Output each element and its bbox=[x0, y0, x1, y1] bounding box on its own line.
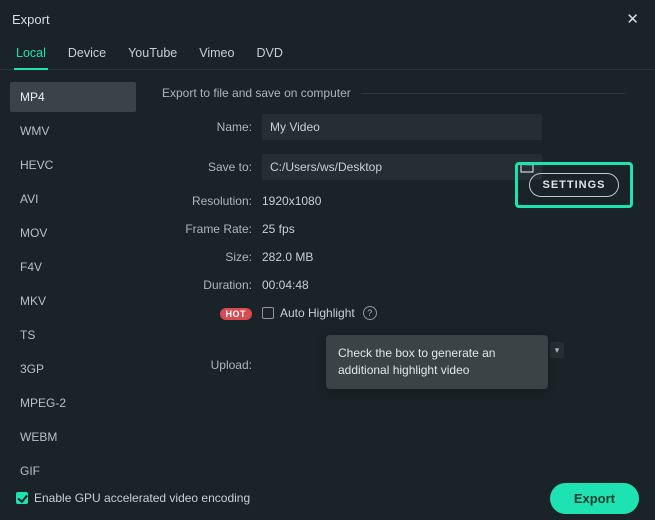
export-button[interactable]: Export bbox=[550, 483, 639, 514]
divider bbox=[361, 93, 625, 94]
format-mov[interactable]: MOV bbox=[10, 218, 136, 248]
help-icon[interactable]: ? bbox=[363, 306, 377, 320]
saveto-input[interactable]: C:/Users/ws/Desktop bbox=[262, 154, 542, 180]
format-hevc[interactable]: HEVC bbox=[10, 150, 136, 180]
size-label: Size: bbox=[162, 250, 262, 264]
chevron-down-icon[interactable]: ▾ bbox=[550, 342, 564, 358]
tab-youtube[interactable]: YouTube bbox=[126, 40, 179, 69]
saveto-label: Save to: bbox=[162, 160, 262, 174]
tab-device[interactable]: Device bbox=[66, 40, 108, 69]
close-icon[interactable]: ✕ bbox=[624, 8, 641, 30]
section-title: Export to file and save on computer bbox=[162, 86, 351, 100]
resolution-label: Resolution: bbox=[162, 194, 262, 208]
settings-highlight: SETTINGS bbox=[515, 162, 633, 208]
hot-badge: HOT bbox=[220, 308, 253, 320]
format-f4v[interactable]: F4V bbox=[10, 252, 136, 282]
settings-button[interactable]: SETTINGS bbox=[529, 173, 618, 197]
format-ts[interactable]: TS bbox=[10, 320, 136, 350]
tooltip: Check the box to generate an additional … bbox=[326, 335, 548, 389]
format-mkv[interactable]: MKV bbox=[10, 286, 136, 316]
saveto-value: C:/Users/ws/Desktop bbox=[270, 160, 382, 174]
size-value: 282.0 MB bbox=[262, 250, 313, 264]
export-tabs: Local Device YouTube Vimeo DVD bbox=[0, 34, 655, 70]
auto-highlight-checkbox[interactable] bbox=[262, 307, 274, 319]
format-wmv[interactable]: WMV bbox=[10, 116, 136, 146]
tab-dvd[interactable]: DVD bbox=[254, 40, 284, 69]
auto-highlight-label: Auto Highlight bbox=[280, 306, 355, 320]
format-webm[interactable]: WEBM bbox=[10, 422, 136, 452]
format-list: MP4 WMV HEVC AVI MOV F4V MKV TS 3GP MPEG… bbox=[0, 70, 142, 476]
format-3gp[interactable]: 3GP bbox=[10, 354, 136, 384]
resolution-value: 1920x1080 bbox=[262, 194, 321, 208]
name-input[interactable]: My Video bbox=[262, 114, 542, 140]
gpu-checkbox[interactable] bbox=[16, 492, 28, 504]
tab-local[interactable]: Local bbox=[14, 40, 48, 70]
format-mp4[interactable]: MP4 bbox=[10, 82, 136, 112]
name-value: My Video bbox=[270, 120, 320, 134]
framerate-value: 25 fps bbox=[262, 222, 295, 236]
tab-vimeo[interactable]: Vimeo bbox=[197, 40, 236, 69]
format-avi[interactable]: AVI bbox=[10, 184, 136, 214]
gpu-label: Enable GPU accelerated video encoding bbox=[34, 491, 250, 505]
duration-label: Duration: bbox=[162, 278, 262, 292]
window-title: Export bbox=[12, 12, 50, 27]
framerate-label: Frame Rate: bbox=[162, 222, 262, 236]
duration-value: 00:04:48 bbox=[262, 278, 309, 292]
name-label: Name: bbox=[162, 120, 262, 134]
format-mpeg2[interactable]: MPEG-2 bbox=[10, 388, 136, 418]
upload-label: Upload: bbox=[162, 358, 262, 372]
